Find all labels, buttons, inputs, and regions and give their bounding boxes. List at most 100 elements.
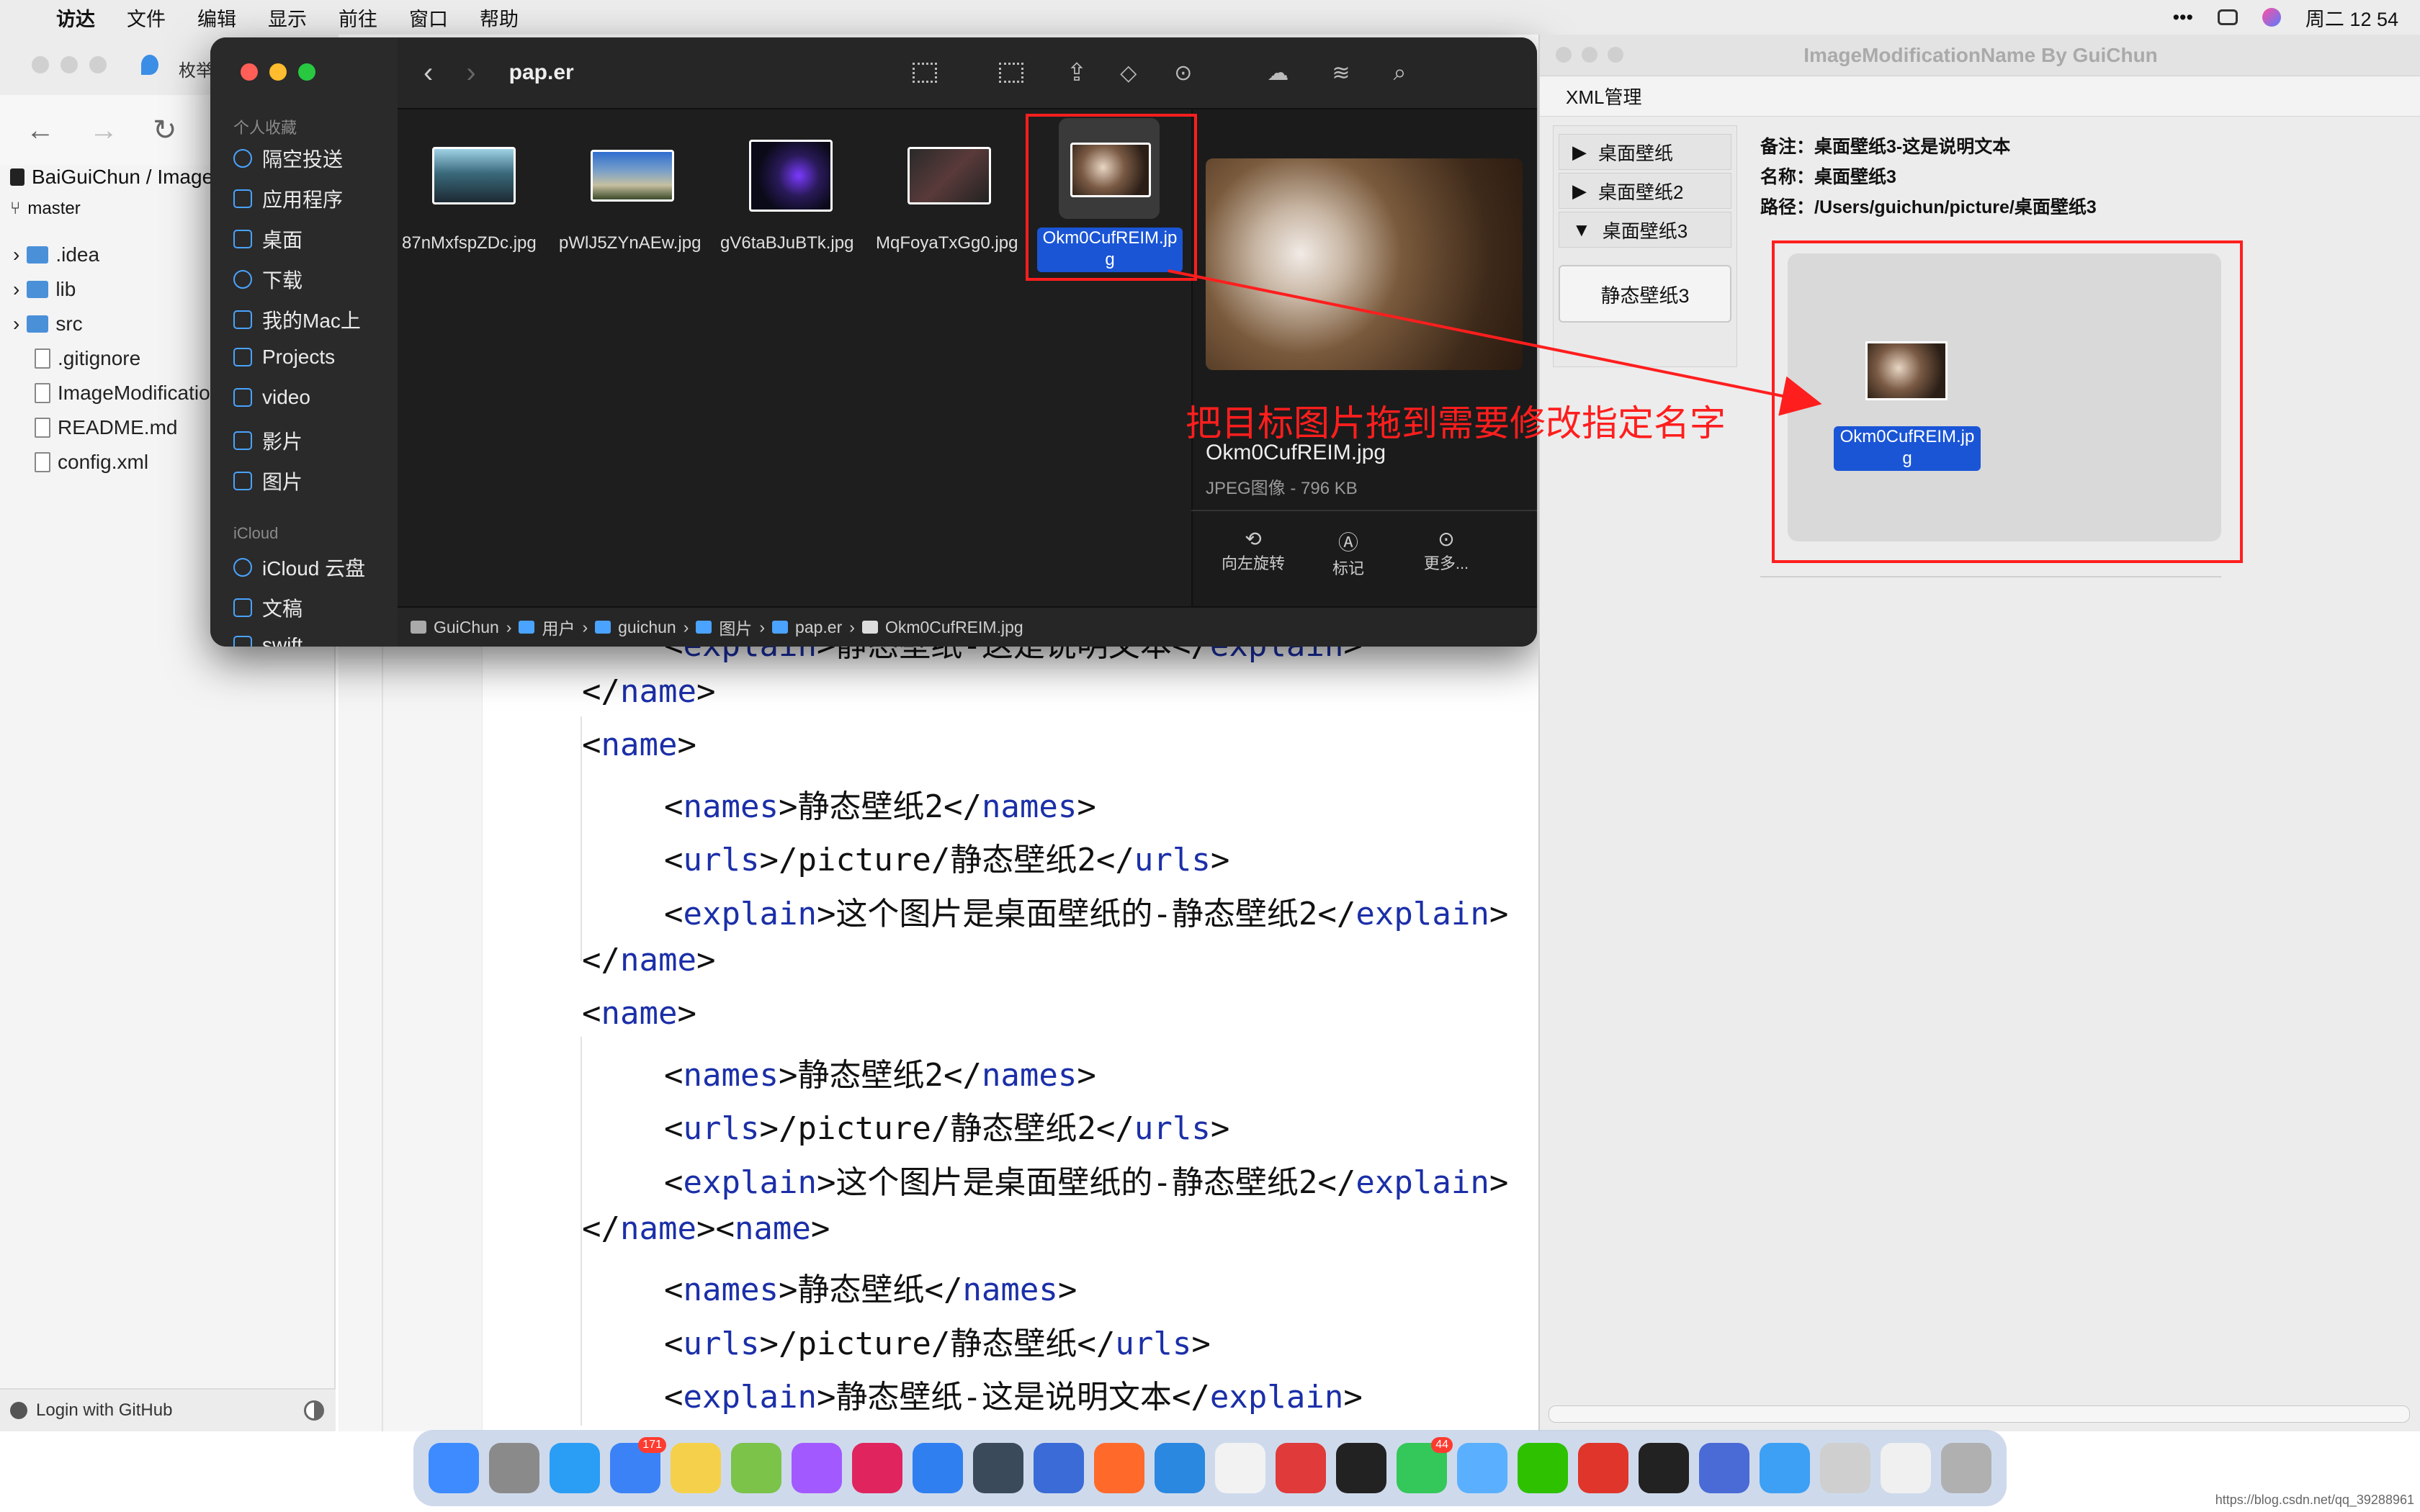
- tree-node-wallpaper-3[interactable]: ▼ 桌面壁纸3: [1559, 212, 1731, 248]
- code-line[interactable]: <explain>这个图片是桌面壁纸的-静态壁纸2</explain>: [664, 888, 1508, 934]
- menu-go[interactable]: 前往: [339, 4, 377, 32]
- share-icon[interactable]: ⇪: [1067, 58, 1088, 87]
- xml-editor[interactable]: [339, 634, 1541, 1431]
- pdf-icon[interactable]: [1276, 1443, 1326, 1493]
- sidebar-movies[interactable]: 影片: [233, 426, 302, 455]
- minimize-button[interactable]: [60, 56, 78, 73]
- edge-icon[interactable]: [1155, 1443, 1205, 1493]
- child-item-button[interactable]: 静态壁纸3: [1559, 265, 1731, 323]
- tree-item-idea[interactable]: › .idea: [13, 243, 99, 266]
- icloud-action-icon[interactable]: ☁: [1267, 60, 1289, 86]
- clock[interactable]: 周二 12 54: [2305, 4, 2398, 32]
- more-button[interactable]: ⊙ 更多...: [1410, 527, 1482, 574]
- search-icon[interactable]: ⌕: [1394, 59, 1407, 86]
- code-line[interactable]: <urls>/picture/静态壁纸2</urls>: [664, 834, 1229, 880]
- tree-item-iml[interactable]: ImageModificatio: [35, 382, 210, 405]
- view-grid-icon[interactable]: [912, 63, 937, 83]
- minimize-button[interactable]: [269, 63, 287, 81]
- control-center-icon[interactable]: [2217, 9, 2238, 25]
- sidebar-downloads[interactable]: 下载: [233, 265, 302, 294]
- contrast-icon[interactable]: [304, 1400, 324, 1421]
- sidebar-on-my-mac[interactable]: 我的Mac上: [233, 305, 361, 334]
- siri-icon[interactable]: [2262, 8, 2281, 27]
- close-button[interactable]: [241, 63, 258, 81]
- tag-icon[interactable]: ◇: [1120, 60, 1137, 86]
- code-line[interactable]: <urls>/picture/静态壁纸</urls>: [664, 1318, 1211, 1364]
- mail-icon[interactable]: 171: [610, 1437, 666, 1493]
- path-segment[interactable]: GuiChun: [434, 618, 499, 637]
- menu-help[interactable]: 帮助: [480, 4, 519, 32]
- close-button[interactable]: [1556, 47, 1572, 63]
- zoom-button[interactable]: [1608, 47, 1623, 63]
- chameleon-icon[interactable]: [731, 1443, 781, 1493]
- code-line[interactable]: <name>: [582, 995, 696, 1032]
- code-line[interactable]: </name>: [582, 942, 715, 978]
- tree-node-wallpaper-2[interactable]: ▶ 桌面壁纸2: [1559, 173, 1731, 209]
- folder-icon[interactable]: [1760, 1443, 1810, 1493]
- reload-icon[interactable]: ↻: [153, 114, 177, 147]
- code-line[interactable]: </name>: [582, 673, 715, 710]
- tree-item-src[interactable]: › src: [13, 312, 83, 336]
- tab-title[interactable]: 枚举: [179, 56, 213, 81]
- minimize-button[interactable]: [1582, 47, 1597, 63]
- login-bar[interactable]: Login with GitHub: [0, 1388, 336, 1431]
- code-line[interactable]: <names>静态壁纸</names>: [664, 1264, 1077, 1310]
- sourcetree-icon[interactable]: [1034, 1443, 1084, 1493]
- code-line[interactable]: <urls>/picture/静态壁纸2</urls>: [664, 1102, 1229, 1148]
- menu-view[interactable]: 显示: [268, 4, 307, 32]
- office-icon[interactable]: [1094, 1443, 1144, 1493]
- terminal-icon[interactable]: [1639, 1443, 1689, 1493]
- typora-icon[interactable]: [1215, 1443, 1265, 1493]
- group-icon[interactable]: [998, 63, 1023, 83]
- code-line[interactable]: <name>: [582, 726, 696, 763]
- sidebar-pictures[interactable]: 图片: [233, 467, 302, 495]
- code-line[interactable]: <names>静态壁纸2</names>: [664, 1049, 1096, 1095]
- path-segment[interactable]: 用户: [542, 615, 575, 639]
- tree-item-config[interactable]: config.xml: [35, 451, 148, 474]
- thumbnail-87n[interactable]: [432, 147, 516, 204]
- preview-icon[interactable]: [1457, 1443, 1507, 1493]
- file-label-mqf[interactable]: MqFoyaTxGg0.jpg: [876, 233, 1018, 253]
- sidebar-airdrop[interactable]: 隔空投送: [233, 144, 343, 173]
- menu-window[interactable]: 窗口: [409, 4, 448, 32]
- figma-icon[interactable]: [792, 1443, 842, 1493]
- printer-icon[interactable]: [1820, 1443, 1870, 1493]
- zoom-button[interactable]: [89, 56, 107, 73]
- menu-file[interactable]: 文件: [127, 4, 166, 32]
- menu-edit[interactable]: 编辑: [197, 4, 236, 32]
- document-icon[interactable]: [1881, 1443, 1931, 1493]
- path-segment[interactable]: guichun: [618, 618, 676, 637]
- tree-item-readme[interactable]: README.md: [35, 416, 177, 439]
- path-segment[interactable]: 图片: [719, 615, 752, 639]
- keynote-icon[interactable]: [1699, 1443, 1749, 1493]
- thumbnail-mqf[interactable]: [908, 147, 991, 204]
- sidebar-applications[interactable]: 应用程序: [233, 184, 343, 213]
- intellij-icon[interactable]: [852, 1443, 902, 1493]
- thumbnail-gv6[interactable]: [749, 140, 833, 212]
- code-line[interactable]: <names>静态壁纸2</names>: [664, 780, 1096, 827]
- wechat-icon[interactable]: [1518, 1443, 1568, 1493]
- code-line[interactable]: <explain>这个图片是桌面壁纸的-静态壁纸2</explain>: [664, 1156, 1508, 1202]
- tree-node-wallpaper-1[interactable]: ▶ 桌面壁纸: [1559, 134, 1731, 170]
- file-label-gv6[interactable]: gV6taBJuBTk.jpg: [720, 233, 853, 253]
- path-segment[interactable]: pap.er: [795, 618, 842, 637]
- xcode-icon[interactable]: [913, 1443, 963, 1493]
- notes-icon[interactable]: [671, 1443, 721, 1493]
- wps-icon[interactable]: [1578, 1443, 1628, 1493]
- sidebar-video[interactable]: video: [233, 386, 310, 409]
- instruments-icon[interactable]: [973, 1443, 1023, 1493]
- more-icon[interactable]: •••: [2173, 6, 2193, 29]
- back-chevron-icon[interactable]: ‹: [424, 57, 433, 89]
- zoom-button[interactable]: [298, 63, 315, 81]
- horizontal-scrollbar[interactable]: [1549, 1405, 2410, 1423]
- thumbnail-pwl[interactable]: [591, 150, 674, 202]
- code-line[interactable]: <explain>静态壁纸-这是说明文本</explain>: [664, 1371, 1363, 1417]
- rotate-left-button[interactable]: ⟲ 向左旋转: [1217, 527, 1289, 574]
- finder-icon[interactable]: [429, 1443, 479, 1493]
- messages-icon[interactable]: 44: [1397, 1437, 1453, 1493]
- sidebar-icloud-drive[interactable]: iCloud 云盘: [233, 553, 365, 582]
- sidebar-projects[interactable]: Projects: [233, 346, 335, 369]
- sidebar-swift[interactable]: swift: [233, 634, 302, 647]
- swift-action-icon[interactable]: ≋: [1332, 60, 1350, 86]
- action-more-icon[interactable]: ⊙: [1174, 60, 1192, 86]
